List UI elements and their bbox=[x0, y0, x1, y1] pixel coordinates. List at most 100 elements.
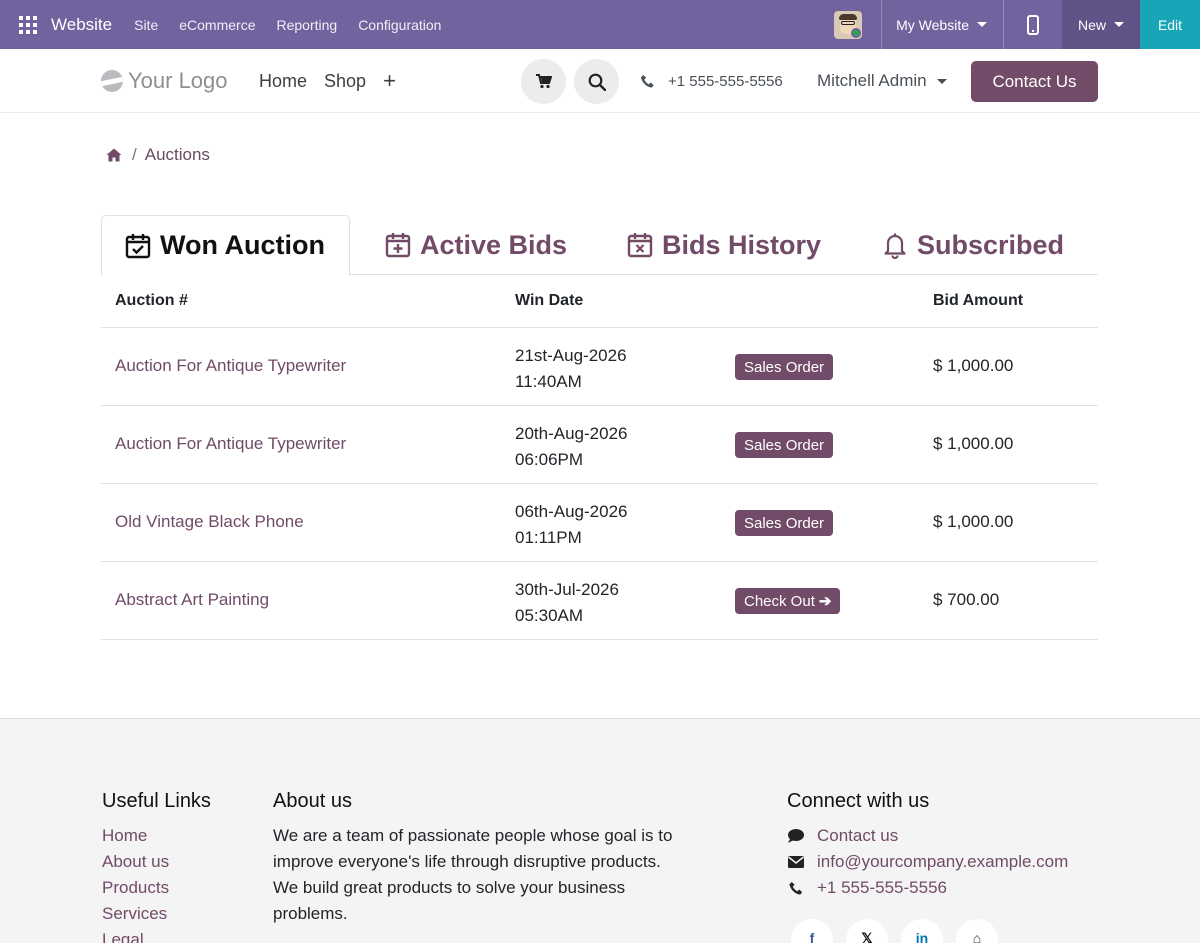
tab-bids-history-label: Bids History bbox=[662, 229, 822, 260]
win-date-day: 21st-Aug-2026 bbox=[515, 346, 627, 365]
social-links: f 𝕏 in ⌂ bbox=[791, 919, 1011, 943]
cart-button[interactable] bbox=[521, 59, 566, 104]
x-twitter-icon[interactable]: 𝕏 bbox=[846, 919, 888, 943]
win-date: 20th-Aug-2026 06:06PM bbox=[515, 421, 627, 473]
contact-us-button[interactable]: Contact Us bbox=[971, 61, 1098, 102]
badge-label: Check Out bbox=[744, 592, 815, 610]
table-row: Auction For Antique Typewriter 21st-Aug-… bbox=[101, 328, 1098, 406]
win-date-day: 20th-Aug-2026 bbox=[515, 424, 628, 443]
site-header: Your Logo Home Shop + +1 555-555-5556 Mi… bbox=[0, 49, 1200, 113]
footer-email-label: info@yourcompany.example.com bbox=[817, 852, 1069, 871]
nav-shop[interactable]: Shop bbox=[324, 71, 366, 92]
nav-home[interactable]: Home bbox=[259, 71, 307, 92]
website-selector[interactable]: My Website bbox=[882, 17, 1003, 33]
auction-link[interactable]: Old Vintage Black Phone bbox=[115, 512, 304, 532]
win-date: 21st-Aug-2026 11:40AM bbox=[515, 343, 627, 395]
tab-bids-history[interactable]: Bids History bbox=[626, 215, 821, 275]
tab-subscribed[interactable]: Subscribed bbox=[881, 215, 1064, 275]
footer-contact-label: Contact us bbox=[817, 826, 899, 845]
site-nav: Home Shop + bbox=[259, 70, 413, 92]
table-row: Auction For Antique Typewriter 20th-Aug-… bbox=[101, 406, 1098, 484]
home-icon[interactable]: ⌂ bbox=[956, 919, 998, 943]
facebook-icon[interactable]: f bbox=[791, 919, 833, 943]
logo-icon bbox=[101, 70, 123, 92]
user-avatar[interactable] bbox=[834, 10, 863, 39]
auction-link[interactable]: Auction For Antique Typewriter bbox=[115, 434, 346, 454]
useful-links: Useful Links Home About us Products Serv… bbox=[102, 790, 211, 943]
calendar-plus-icon bbox=[385, 233, 411, 258]
menu-reporting[interactable]: Reporting bbox=[276, 17, 337, 33]
footer-contact-link[interactable]: Contact us bbox=[787, 823, 1068, 849]
auction-link[interactable]: Abstract Art Painting bbox=[115, 590, 269, 610]
tab-won-auction-label: Won Auction bbox=[160, 230, 325, 260]
footer-link-home[interactable]: Home bbox=[102, 823, 211, 849]
new-button-label: New bbox=[1077, 16, 1106, 33]
tab-active-bids[interactable]: Active Bids bbox=[384, 215, 567, 275]
header-phone[interactable]: +1 555-555-5556 bbox=[640, 73, 783, 90]
edit-button[interactable]: Edit bbox=[1140, 0, 1200, 49]
table-header: Auction # Win Date Bid Amount bbox=[101, 275, 1098, 328]
badge-label: Sales Order bbox=[744, 436, 825, 454]
breadcrumb-separator: / bbox=[132, 145, 137, 164]
user-name: Mitchell Admin bbox=[817, 71, 927, 90]
breadcrumb-current: Auctions bbox=[144, 145, 210, 164]
home-icon[interactable] bbox=[106, 148, 122, 162]
search-icon bbox=[588, 73, 606, 91]
app-brand[interactable]: Website bbox=[51, 15, 112, 35]
nav-add[interactable]: + bbox=[383, 70, 396, 92]
envelope-icon bbox=[788, 856, 804, 868]
footer-link-about[interactable]: About us bbox=[102, 849, 211, 875]
win-date: 30th-Jul-2026 05:30AM bbox=[515, 577, 619, 629]
chevron-down-icon bbox=[1114, 22, 1124, 27]
footer-link-services[interactable]: Services bbox=[102, 901, 211, 927]
badge-label: Sales Order bbox=[744, 514, 825, 532]
user-menu[interactable]: Mitchell Admin bbox=[817, 71, 947, 91]
menu-configuration[interactable]: Configuration bbox=[358, 17, 441, 33]
mobile-icon bbox=[1027, 14, 1039, 35]
footer-phone-link[interactable]: +1 555-555-5556 bbox=[787, 875, 1068, 901]
menu-ecommerce[interactable]: eCommerce bbox=[179, 17, 255, 33]
bid-amount: $ 700.00 bbox=[933, 590, 1000, 609]
auction-tabs: Won Auction Active Bids Bids History Sub… bbox=[101, 215, 1098, 276]
win-date-time: 01:11PM bbox=[515, 528, 582, 547]
tab-subscribed-label: Subscribed bbox=[917, 229, 1065, 260]
bid-amount: $ 1,000.00 bbox=[933, 356, 1014, 375]
win-date-time: 11:40AM bbox=[515, 372, 582, 391]
website-selector-label: My Website bbox=[896, 16, 969, 33]
phone-icon bbox=[640, 74, 654, 88]
win-date-time: 05:30AM bbox=[515, 606, 584, 625]
calendar-check-icon bbox=[125, 233, 151, 258]
connect-title: Connect with us bbox=[787, 790, 930, 812]
win-date: 06th-Aug-2026 01:11PM bbox=[515, 499, 627, 551]
column-bid-amount: Bid Amount bbox=[933, 292, 1024, 309]
won-auctions-table: Auction # Win Date Bid Amount Auction Fo… bbox=[101, 275, 1098, 640]
sales-order-button[interactable]: Sales Order bbox=[735, 432, 834, 458]
sales-order-button[interactable]: Sales Order bbox=[735, 510, 834, 536]
site-footer: Useful Links Home About us Products Serv… bbox=[0, 718, 1200, 943]
footer-link-legal[interactable]: Legal bbox=[102, 927, 211, 943]
mobile-preview-button[interactable] bbox=[1004, 14, 1062, 35]
admin-navbar: Website Site eCommerce Reporting Configu… bbox=[0, 0, 1200, 49]
tab-won-auction[interactable]: Won Auction bbox=[101, 215, 350, 276]
footer-link-products[interactable]: Products bbox=[102, 875, 211, 901]
about-us-title: About us bbox=[273, 790, 352, 812]
footer-email-link[interactable]: info@yourcompany.example.com bbox=[787, 849, 1068, 875]
bid-amount: $ 1,000.00 bbox=[933, 434, 1014, 453]
linkedin-icon[interactable]: in bbox=[901, 919, 943, 943]
sales-order-button[interactable]: Sales Order bbox=[735, 354, 834, 380]
tab-active-bids-label: Active Bids bbox=[420, 229, 568, 260]
cart-icon bbox=[535, 74, 552, 89]
new-button[interactable]: New bbox=[1062, 0, 1140, 49]
apps-grid-icon[interactable] bbox=[19, 15, 37, 34]
search-button[interactable] bbox=[574, 59, 619, 104]
chevron-down-icon bbox=[936, 78, 947, 84]
win-date-day: 30th-Jul-2026 bbox=[515, 580, 619, 599]
check-out-button[interactable]: Check Out ➔ bbox=[735, 588, 841, 614]
auction-link[interactable]: Auction For Antique Typewriter bbox=[115, 356, 346, 376]
breadcrumb: / Auctions bbox=[106, 145, 210, 165]
menu-site[interactable]: Site bbox=[134, 17, 158, 33]
win-date-day: 06th-Aug-2026 bbox=[515, 502, 628, 521]
badge-label: Sales Order bbox=[744, 358, 825, 376]
site-logo[interactable]: Your Logo bbox=[101, 68, 228, 94]
edit-button-label: Edit bbox=[1157, 16, 1183, 33]
